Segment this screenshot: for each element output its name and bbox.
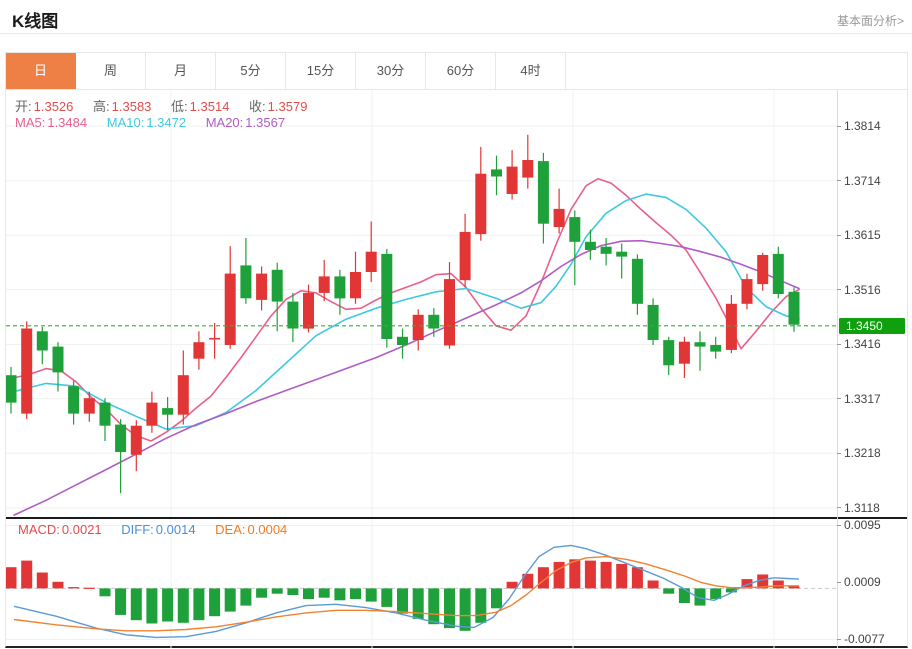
open-value: 1.3526 (34, 99, 74, 114)
y-axis-label: 1.3416 (837, 336, 881, 352)
y-axis-label: 1.3317 (837, 391, 881, 407)
tab-5min[interactable]: 5分 (216, 53, 286, 89)
y-axis-label: 0.0095 (837, 517, 881, 533)
title-divider (0, 33, 912, 34)
candlestick-svg[interactable] (6, 90, 837, 517)
macd-label: MACD: (18, 522, 60, 537)
y-axis-label: -0.0077 (837, 631, 885, 647)
macd-axis: 0.0095 0.0009 -0.0077 (837, 519, 907, 648)
ma5-label: MA5: (15, 115, 45, 130)
period-tabs: 日 周 月 5分 15分 30分 60分 4时 (6, 53, 907, 90)
chart-body: 1.3814 1.3714 1.3615 1.3516 1.3416 1.3317 1.32… (6, 90, 907, 648)
current-price-badge: 1.3450 (839, 318, 905, 334)
ma10-label: MA10: (107, 115, 145, 130)
macd-readout: MACD:0.0021 DIFF:0.0014 DEA:0.0004 (18, 522, 289, 537)
dea-value: 0.0004 (248, 522, 288, 537)
axis-tick (837, 235, 841, 236)
ma20-label: MA20: (206, 115, 244, 130)
candlestick-plot[interactable] (6, 90, 837, 517)
macd-svg[interactable] (6, 519, 837, 648)
open-label: 开: (15, 99, 32, 114)
dea-label: DEA: (215, 522, 245, 537)
tab-week[interactable]: 周 (76, 53, 146, 89)
topbar: K线图 基本面分析> (0, 0, 912, 33)
macd-value: 0.0021 (62, 522, 102, 537)
tab-15min[interactable]: 15分 (286, 53, 356, 89)
axis-tick (837, 180, 841, 181)
price-axis: 1.3814 1.3714 1.3615 1.3516 1.3416 1.3317 1.32… (837, 90, 907, 517)
diff-value: 0.0014 (156, 522, 196, 537)
low-label: 低: (171, 99, 188, 114)
axis-tick (837, 126, 841, 127)
macd-plot[interactable] (6, 519, 837, 648)
ma5-value: 1.3484 (47, 115, 87, 130)
kline-widget: 日 周 月 5分 15分 30分 60分 4时 1.3814 1.3714 1.36… (5, 52, 908, 648)
kline-page: K线图 基本面分析> 日 周 月 5分 15分 30分 60分 4时 1.381… (0, 0, 912, 649)
high-value: 1.3583 (112, 99, 152, 114)
y-axis-label: 1.3714 (837, 173, 881, 189)
tab-4hour[interactable]: 4时 (496, 53, 566, 89)
page-title: K线图 (12, 7, 58, 32)
axis-tick (837, 344, 841, 345)
axis-tick (837, 398, 841, 399)
fundamental-analysis-link[interactable]: 基本面分析> (837, 12, 904, 29)
diff-label: DIFF: (121, 522, 154, 537)
tab-60min[interactable]: 60分 (426, 53, 496, 89)
axis-tick (837, 453, 841, 454)
y-axis-label: 1.3516 (837, 282, 881, 298)
y-axis-label: 0.0009 (837, 574, 881, 590)
y-axis-label: 1.3118 (837, 500, 880, 516)
close-value: 1.3579 (268, 99, 308, 114)
tab-day[interactable]: 日 (6, 53, 76, 89)
ma10-value: 1.3472 (146, 115, 186, 130)
axis-tick (837, 639, 841, 640)
tab-month[interactable]: 月 (146, 53, 216, 89)
axis-tick (837, 582, 841, 583)
panel-divider (6, 517, 907, 519)
low-value: 1.3514 (190, 99, 230, 114)
y-axis-label: 1.3814 (837, 118, 881, 134)
y-axis-label: 1.3615 (837, 227, 881, 243)
tab-30min[interactable]: 30分 (356, 53, 426, 89)
ma20-value: 1.3567 (245, 115, 285, 130)
axis-tick (837, 507, 841, 508)
axis-tick (837, 525, 841, 526)
axis-tick (837, 289, 841, 290)
ohlc-readout: 开:1.3526 高:1.3583 低:1.3514 收:1.3579 (15, 96, 309, 115)
close-label: 收: (249, 99, 266, 114)
ma-readout: MA5:1.3484 MA10:1.3472 MA20:1.3567 (15, 115, 287, 130)
y-axis-label: 1.3218 (837, 445, 881, 461)
high-label: 高: (93, 99, 110, 114)
